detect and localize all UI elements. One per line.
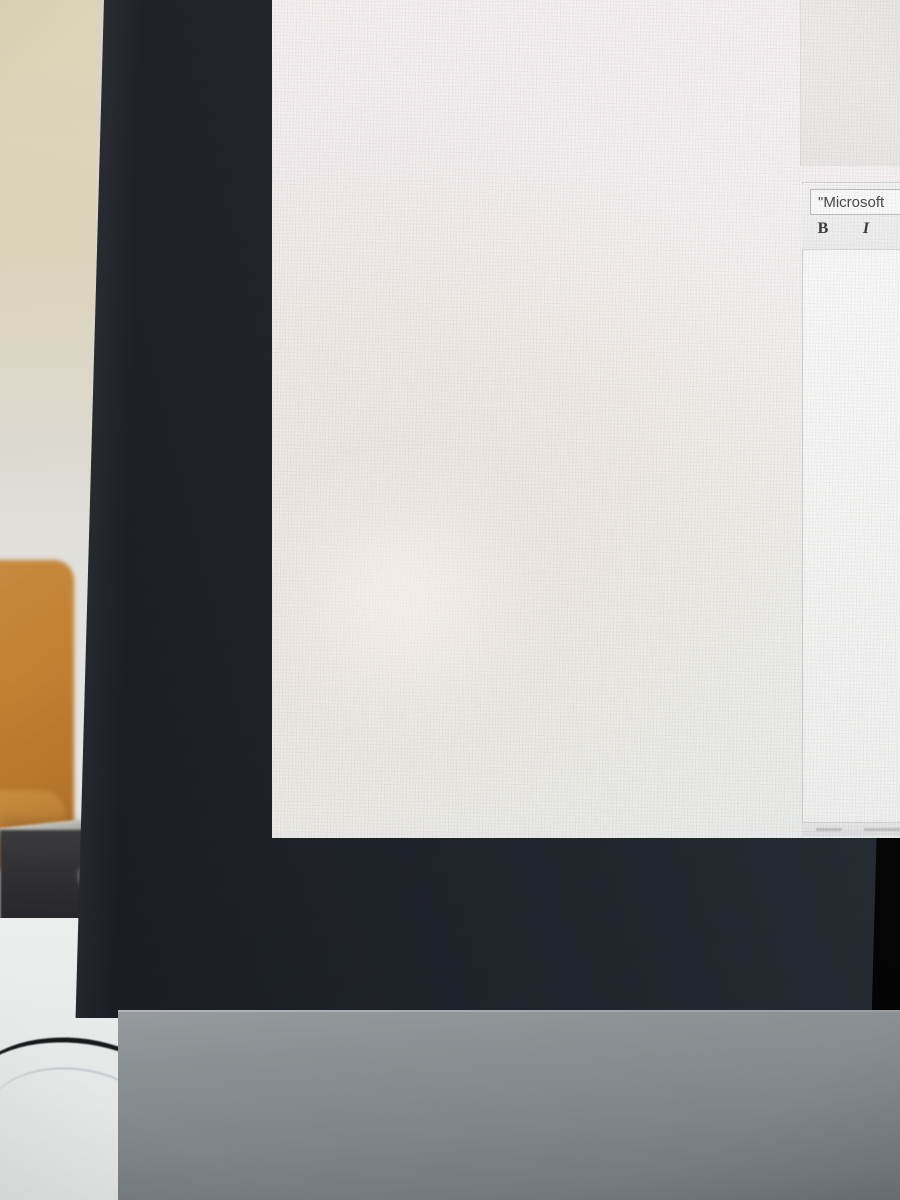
italic-button[interactable]: I (857, 220, 875, 238)
status-mark (816, 828, 842, 831)
font-family-select[interactable]: "Microsoft (810, 189, 900, 215)
photo-of-monitor-scene: 手机号 微信 "Microsoft B I U (0, 0, 900, 1200)
monitor-stand (118, 1012, 900, 1200)
monitor-screen: 手机号 微信 "Microsoft B I U (272, 0, 900, 838)
editor-status-bar (802, 822, 900, 836)
font-family-value: "Microsoft (818, 193, 885, 211)
form-panel: 手机号 微信 (800, 0, 900, 166)
status-mark (864, 828, 900, 831)
web-page: 手机号 微信 "Microsoft B I U (272, 0, 900, 838)
form-row-phone[interactable]: 手机号 (801, 0, 900, 66)
editor-toolbar: "Microsoft B I U (802, 184, 900, 250)
bold-button[interactable]: B (814, 220, 832, 238)
format-button-group: B I U (814, 220, 900, 238)
form-row-wechat[interactable]: 微信 (801, 66, 900, 138)
rich-text-editor[interactable] (802, 182, 900, 832)
